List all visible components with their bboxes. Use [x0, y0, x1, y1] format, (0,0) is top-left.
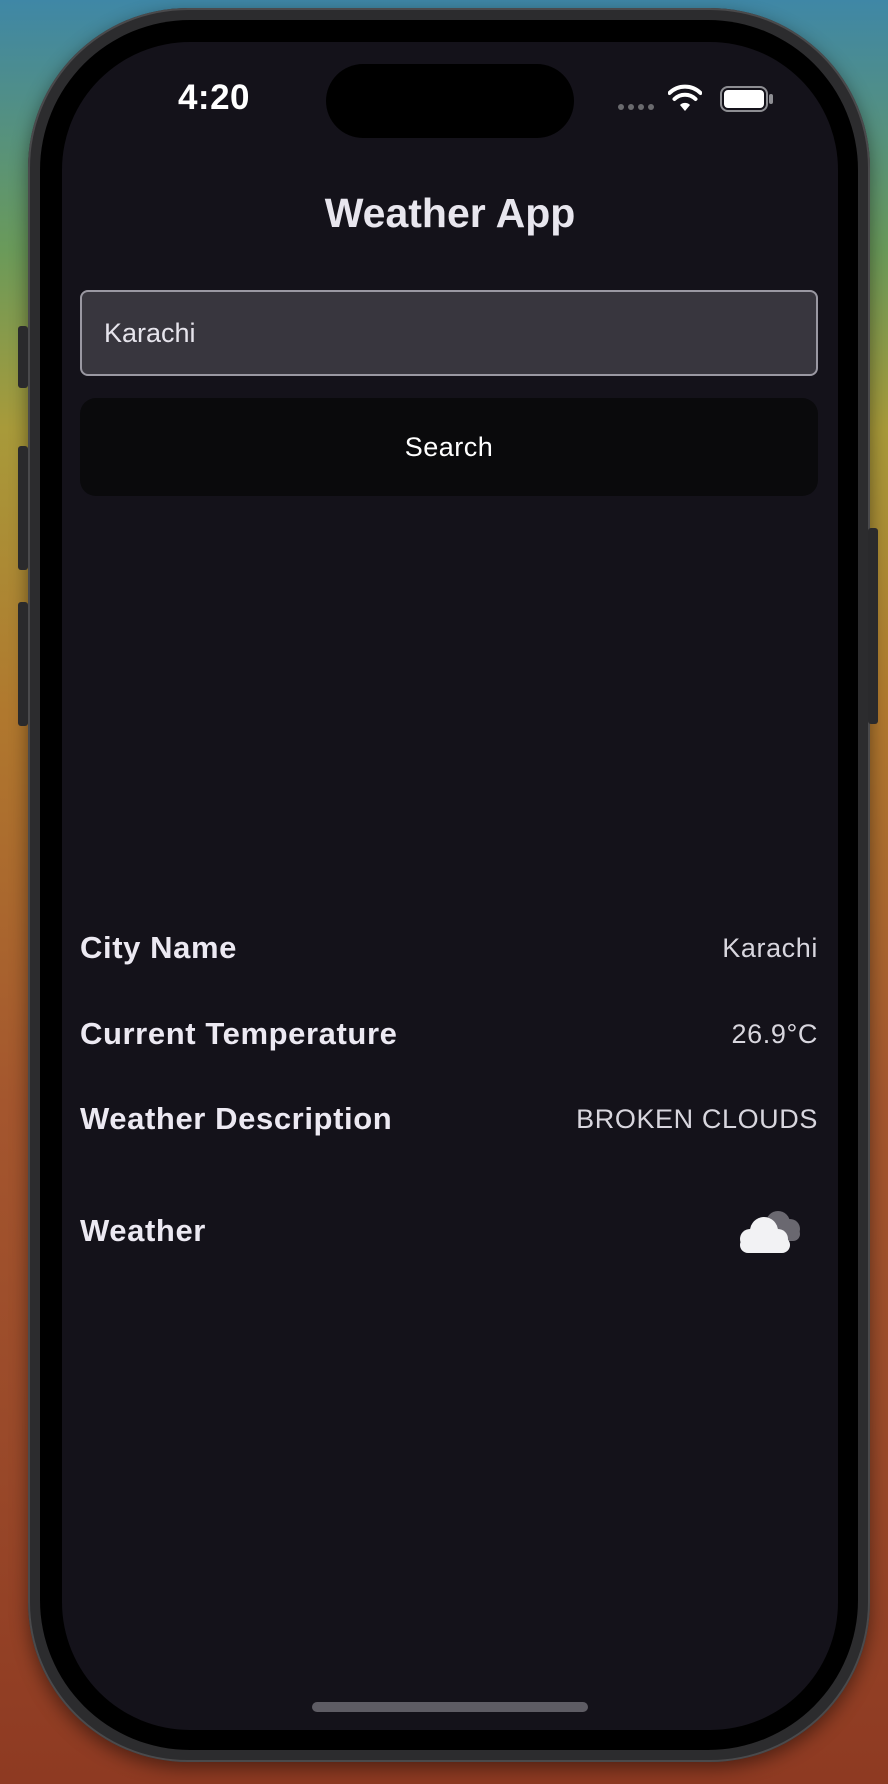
- battery-icon: [720, 86, 773, 112]
- status-time: 4:20: [177, 78, 251, 117]
- home-indicator[interactable]: [312, 1702, 588, 1712]
- weather-description-label: Weather Description: [80, 1101, 393, 1136]
- dynamic-island: [326, 64, 574, 138]
- power-button: [868, 528, 878, 724]
- weather-description-row: Weather Description BROKEN CLOUDS: [80, 1101, 818, 1137]
- action-button: [18, 326, 28, 388]
- weather-description-value: BROKEN CLOUDS: [576, 1103, 818, 1134]
- city-name-label: City Name: [80, 930, 238, 965]
- broken-clouds-icon: [740, 1211, 800, 1253]
- cellular-signal-icon: [618, 104, 654, 110]
- weather-label: Weather: [80, 1213, 206, 1248]
- wifi-icon: [668, 84, 702, 111]
- temperature-value: 26.9°C: [731, 1018, 818, 1049]
- temperature-label: Current Temperature: [80, 1016, 398, 1051]
- city-name-value: Karachi: [722, 932, 818, 963]
- weather-icon-row: Weather: [80, 1203, 818, 1259]
- app-screen: 4:20 Weather App Search City Name Karach…: [62, 42, 838, 1730]
- city-search-input[interactable]: [80, 290, 818, 376]
- volume-down-button: [18, 602, 28, 726]
- volume-up-button: [18, 446, 28, 570]
- page-title: Weather App: [324, 190, 576, 236]
- temperature-row: Current Temperature 26.9°C: [80, 1016, 818, 1052]
- city-name-row: City Name Karachi: [80, 930, 818, 966]
- search-button[interactable]: Search: [80, 398, 818, 496]
